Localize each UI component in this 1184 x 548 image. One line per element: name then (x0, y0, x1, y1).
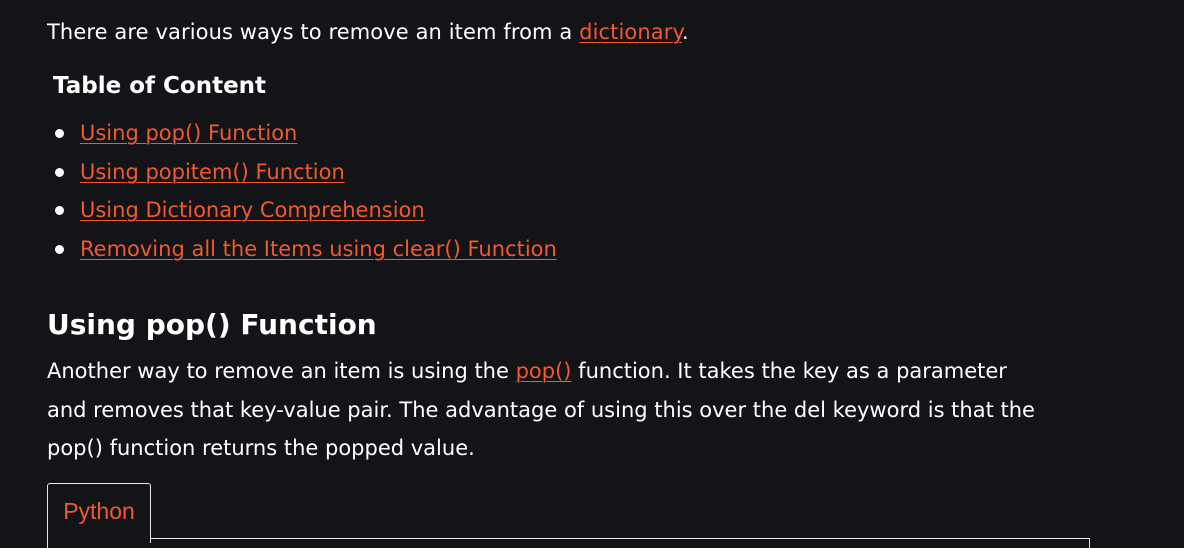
bullet-icon (55, 167, 64, 177)
paragraph-text: function. It takes the key as a paramete… (571, 359, 1007, 383)
code-tab-python[interactable]: Python (47, 483, 151, 543)
toc-link-pop[interactable]: Using pop() Function (80, 121, 297, 145)
article-page: There are various ways to remove an item… (0, 0, 1184, 548)
toc-item: Using Dictionary Comprehension (55, 192, 557, 231)
toc-item: Using pop() Function (55, 115, 557, 154)
toc-link-clear[interactable]: Removing all the Items using clear() Fun… (80, 237, 557, 261)
toc-link-dictionary-comprehension[interactable]: Using Dictionary Comprehension (80, 198, 425, 222)
bullet-icon (55, 244, 64, 254)
paragraph-line-1: Another way to remove an item is using t… (47, 352, 1107, 391)
dictionary-link[interactable]: dictionary (579, 20, 682, 44)
toc-list: Using pop() Function Using popitem() Fun… (55, 115, 557, 269)
intro-paragraph: There are various ways to remove an item… (47, 14, 689, 50)
pop-function-link[interactable]: pop() (516, 359, 572, 383)
bullet-icon (55, 129, 64, 138)
bullet-icon (55, 206, 64, 215)
intro-suffix: . (682, 20, 689, 44)
toc-link-popitem[interactable]: Using popitem() Function (80, 160, 345, 184)
paragraph-text: Another way to remove an item is using t… (47, 359, 516, 383)
paragraph-line-3: pop() function returns the popped value. (47, 436, 475, 460)
toc-item: Removing all the Items using clear() Fun… (55, 231, 557, 270)
section-paragraph: Another way to remove an item is using t… (47, 352, 1107, 468)
paragraph-line-2: and removes that key-value pair. The adv… (47, 397, 1035, 422)
code-block-frame (47, 538, 1090, 548)
intro-text: There are various ways to remove an item… (47, 20, 580, 44)
toc-title: Table of Content (53, 73, 267, 99)
toc-item: Using popitem() Function (55, 154, 557, 193)
section-heading: Using pop() Function (47, 308, 377, 341)
